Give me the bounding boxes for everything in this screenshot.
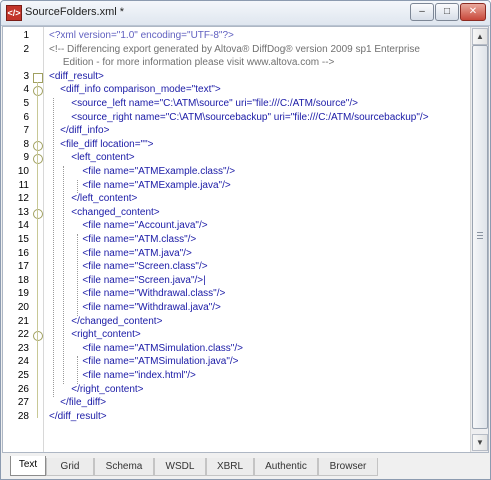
code-line: <file_diff location=""> xyxy=(49,138,154,150)
line-number: 7 xyxy=(23,125,29,137)
vertical-scrollbar[interactable]: ▲ ▼ xyxy=(470,27,488,452)
window-controls: – □ ✕ xyxy=(410,3,486,21)
line-number: 14 xyxy=(17,220,29,232)
arrow-down-icon[interactable]: ▼ xyxy=(472,434,488,451)
line-number-gutter: 1 2 3 4 5 6 7 8 9 10 11 12 13 14 15 16 17 18 19 20 21 22 23 24 2… xyxy=(3,27,44,452)
line-number: 19 xyxy=(17,288,29,300)
grip-line xyxy=(477,235,483,236)
text-editor[interactable]: 1 2 3 4 5 6 7 8 9 10 11 12 13 14 15 16 17 18 19 20 21 22 23 24 2… xyxy=(2,26,489,453)
tab-wsdl[interactable]: WSDL xyxy=(154,458,206,476)
code-line: <diff_result> xyxy=(49,70,104,82)
code-line: <!-- Differencing export generated by Al… xyxy=(49,43,420,55)
view-tabs: Text Grid Schema WSDL XBRL Authentic Browser xyxy=(2,455,489,477)
maximize-icon[interactable]: □ xyxy=(435,3,459,21)
code-line: <file name="ATMExample.class"/> xyxy=(49,166,236,177)
code-line: <file name="ATM.java"/> xyxy=(49,247,192,259)
line-number: 18 xyxy=(17,274,29,286)
tab-browser[interactable]: Browser xyxy=(318,458,378,476)
line-number: 5 xyxy=(23,98,29,109)
line-number: 10 xyxy=(17,166,29,177)
line-number: 25 xyxy=(17,370,29,381)
line-number: 11 xyxy=(18,179,29,191)
line-number: 22 xyxy=(17,329,29,341)
code-line: <file name="Withdrawal.java"/> xyxy=(49,302,221,313)
line-number: 6 xyxy=(23,111,29,123)
line-number: 4 xyxy=(23,84,29,96)
xml-file-icon: </> xyxy=(6,5,22,21)
indent-guide xyxy=(53,98,54,398)
code-line: <source_left name="C:\ATM\source" uri="f… xyxy=(49,98,358,109)
line-number: 15 xyxy=(17,234,29,245)
line-number: 26 xyxy=(17,383,29,395)
code-line: </right_content> xyxy=(49,383,144,395)
fold-toggle-icon[interactable] xyxy=(33,154,43,165)
minimize-icon[interactable]: – xyxy=(410,3,434,21)
scroll-thumb[interactable] xyxy=(472,45,488,429)
code-line: </diff_result> xyxy=(49,410,107,422)
code-line: <changed_content> xyxy=(49,206,160,218)
code-line: <file name="Account.java"/> xyxy=(49,220,208,232)
code-line: </diff_info> xyxy=(49,125,110,137)
fold-toggle-icon[interactable] xyxy=(33,208,43,219)
line-number: 3 xyxy=(23,70,29,82)
code-area[interactable]: <?xml version="1.0" encoding="UTF-8"?> <!… xyxy=(49,27,469,452)
code-line: </file_diff> xyxy=(49,397,107,409)
line-number: 21 xyxy=(17,315,29,327)
line-number: 9 xyxy=(23,152,29,164)
indent-guide xyxy=(77,179,78,194)
code-line: </changed_content> xyxy=(49,315,163,327)
line-number: 1 xyxy=(23,30,29,41)
code-line: <file name="Screen.java"/>| xyxy=(49,274,206,286)
line-number: 17 xyxy=(17,261,29,273)
tab-text[interactable]: Text xyxy=(10,456,46,476)
line-number: 12 xyxy=(17,193,29,205)
code-line: <file name="ATM.class"/> xyxy=(49,234,197,245)
window-title: SourceFolders.xml * xyxy=(25,6,125,18)
line-number: 23 xyxy=(17,342,29,354)
code-line: <diff_info comparison_mode="text"> xyxy=(49,84,221,96)
fold-toggle-icon[interactable] xyxy=(33,86,43,97)
tab-authentic[interactable]: Authentic xyxy=(254,458,318,476)
document-window: </> SourceFolders.xml * – □ ✕ 1234567891… xyxy=(0,0,491,480)
line-number: 24 xyxy=(17,356,29,368)
line-number: 27 xyxy=(17,397,29,409)
line-number: 28 xyxy=(17,410,29,422)
code-line: <?xml version="1.0" encoding="UTF-8"?> xyxy=(49,30,234,41)
indent-guide xyxy=(77,234,78,316)
tab-schema[interactable]: Schema xyxy=(94,458,154,476)
fold-toggle-icon[interactable] xyxy=(33,140,43,151)
fold-toggle-icon[interactable] xyxy=(33,72,43,83)
code-line: Edition - for more information please vi… xyxy=(49,57,335,69)
arrow-up-icon[interactable]: ▲ xyxy=(472,28,488,45)
indent-guide xyxy=(63,166,64,384)
indent-guide xyxy=(77,356,78,384)
fold-toggle-icon[interactable] xyxy=(33,331,43,342)
code-line: <file name="Screen.class"/> xyxy=(49,261,208,273)
grip-line xyxy=(477,238,483,239)
line-number: 2 xyxy=(23,43,29,55)
line-number: 13 xyxy=(17,206,29,218)
title-bar[interactable]: </> SourceFolders.xml * – □ ✕ xyxy=(1,1,490,26)
code-line: <file name="ATMSimulation.class"/> xyxy=(49,342,243,354)
fold-guide xyxy=(37,81,38,418)
tab-grid[interactable]: Grid xyxy=(46,458,94,476)
line-number: 20 xyxy=(17,302,29,313)
code-line: <file name="index.html"/> xyxy=(49,370,196,381)
tab-xbrl[interactable]: XBRL xyxy=(206,458,254,476)
code-line: <source_right name="C:\ATM\sourcebackup"… xyxy=(49,111,429,123)
code-line: <left_content> xyxy=(49,152,135,164)
grip-line xyxy=(477,232,483,233)
code-line: <file name="Withdrawal.class"/> xyxy=(49,288,226,300)
line-number: 8 xyxy=(23,138,29,150)
close-icon[interactable]: ✕ xyxy=(460,3,486,21)
line-number: 16 xyxy=(17,247,29,259)
